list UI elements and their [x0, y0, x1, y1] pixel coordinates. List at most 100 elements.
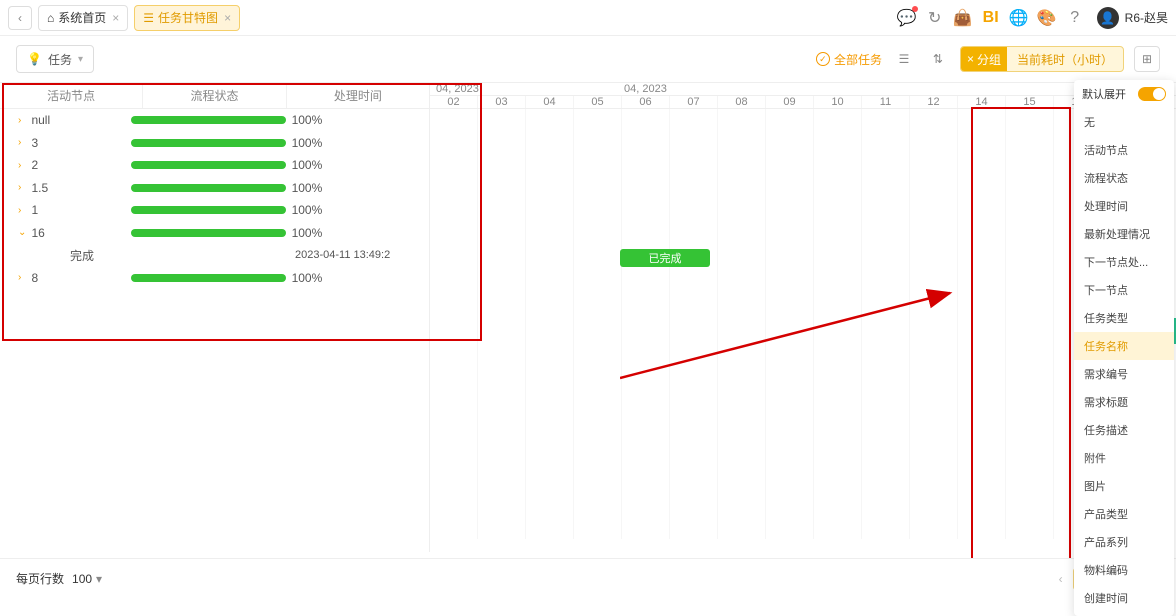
page-prev[interactable]: ‹ [1055, 572, 1067, 586]
table-row[interactable]: ⌄16100% [0, 222, 429, 245]
progress-bar [131, 206, 286, 214]
group-chip[interactable]: ×分组 当前耗时（小时） [960, 46, 1124, 72]
palette-icon[interactable]: 🎨 [1033, 4, 1061, 32]
panel-option[interactable]: 活动节点 [1074, 136, 1174, 164]
day-header: 06 [622, 96, 670, 108]
chat-icon[interactable]: 💬 [893, 4, 921, 32]
table-row[interactable]: ›1100% [0, 199, 429, 222]
day-header: 12 [910, 96, 958, 108]
panel-option[interactable]: 图片 [1074, 472, 1174, 500]
expand-arrow-icon[interactable]: › [18, 272, 27, 283]
expand-label: 默认展开 [1082, 86, 1126, 102]
expand-arrow-icon[interactable]: › [18, 115, 27, 126]
refresh-icon[interactable]: ↻ [921, 4, 949, 32]
footer: 每页行数 100 ▾ ‹ 1 › 共 7 条 [0, 558, 1176, 598]
timeline-column [766, 109, 814, 539]
table-row[interactable]: ›8100% [0, 267, 429, 290]
panel-option[interactable]: 需求编号 [1074, 360, 1174, 388]
expand-arrow-icon[interactable]: ⌄ [18, 227, 27, 238]
panel-option[interactable]: 产品类型 [1074, 500, 1174, 528]
table-row[interactable]: ›1.5 100% [0, 177, 429, 200]
per-page-label: 每页行数 [16, 570, 64, 587]
tab-task-gantt[interactable]: ☰ 任务甘特图 × [134, 5, 240, 31]
row-name: 1.5 [27, 181, 130, 195]
row-name: null [27, 113, 130, 127]
progress-bar [131, 116, 286, 124]
panel-option[interactable]: 处理时间 [1074, 192, 1174, 220]
day-header: 11 [862, 96, 910, 108]
rows-container: ›null100%›3100%›2100%›1.5100%›1100%⌄1610… [0, 109, 429, 289]
expand-arrow-icon[interactable]: › [18, 137, 27, 148]
timeline-column [910, 109, 958, 539]
globe-icon[interactable]: 🌐 [1005, 4, 1033, 32]
panel-option[interactable]: 任务描述 [1074, 416, 1174, 444]
tab-home[interactable]: ⌂ 系统首页 × [38, 5, 128, 31]
panel-option[interactable]: 任务类型 [1074, 304, 1174, 332]
chevron-down-icon[interactable]: ▾ [96, 572, 102, 586]
expand-arrow-icon[interactable]: › [18, 160, 27, 171]
col-header-time: 处理时间 [287, 83, 429, 108]
chevron-left-icon: ‹ [18, 11, 22, 25]
progress-cell: 100% [131, 226, 323, 240]
panel-option[interactable]: 附件 [1074, 444, 1174, 472]
progress-pct: 100% [292, 113, 323, 127]
bi-icon[interactable]: BI [977, 4, 1005, 32]
table-row[interactable]: 完成2023-04-11 13:49:2 [0, 244, 429, 267]
table-row[interactable]: ›3100% [0, 132, 429, 155]
progress-cell: 100% [131, 158, 323, 172]
bulb-icon: 💡 [27, 52, 42, 66]
panel-option[interactable]: 产品系列 [1074, 528, 1174, 556]
progress-pct: 100% [292, 226, 323, 240]
per-page-value[interactable]: 100 [72, 572, 92, 586]
done-chip[interactable]: 已完成 [620, 249, 710, 267]
panel-option[interactable]: 需求标题 [1074, 388, 1174, 416]
group-label: 分组 [977, 51, 1001, 68]
panel-option[interactable]: 下一节点处... [1074, 248, 1174, 276]
panel-option[interactable]: 创建时间 [1074, 584, 1174, 612]
timeline-column [430, 109, 478, 539]
expand-arrow-icon[interactable]: › [18, 205, 27, 216]
group-field-panel: 默认展开 无活动节点流程状态处理时间最新处理情况下一节点处...下一节点任务类型… [1074, 80, 1174, 616]
chevron-down-icon: ▾ [78, 54, 83, 65]
expand-toggle[interactable] [1138, 87, 1166, 101]
day-header: 08 [718, 96, 766, 108]
all-tasks-button[interactable]: ✓ 全部任务 [816, 51, 882, 68]
timeline-body: 已完成 [430, 109, 1176, 539]
task-icon: ☰ [143, 11, 154, 25]
col-header-node: 活动节点 [0, 83, 143, 108]
close-icon[interactable]: × [224, 11, 231, 25]
progress-cell: 100% [131, 113, 323, 127]
progress-bar [131, 229, 286, 237]
task-label: 任务 [48, 51, 72, 68]
timeline-column [526, 109, 574, 539]
progress-bar [131, 184, 286, 192]
day-header: 09 [766, 96, 814, 108]
row-timestamp: 2023-04-11 13:49:2 [295, 249, 423, 261]
row-name: 3 [27, 136, 130, 150]
panel-option[interactable]: 无 [1074, 108, 1174, 136]
progress-pct: 100% [292, 181, 323, 195]
panel-option[interactable]: 最新处理情况 [1074, 220, 1174, 248]
filter-button[interactable]: ☰ [892, 47, 916, 71]
row-name: 8 [27, 271, 130, 285]
task-dropdown[interactable]: 💡 任务 ▾ [16, 45, 94, 73]
progress-pct: 100% [292, 158, 323, 172]
timeline-column [862, 109, 910, 539]
user-chip[interactable]: 👤 R6-赵昊 [1097, 7, 1168, 29]
sort-button[interactable]: ⇅ [926, 47, 950, 71]
panel-option[interactable]: 物料编码 [1074, 556, 1174, 584]
help-icon[interactable]: ? [1061, 4, 1089, 32]
expand-arrow-icon[interactable]: › [18, 182, 27, 193]
tab-label: 任务甘特图 [158, 9, 218, 26]
panel-option[interactable]: 任务名称 [1074, 332, 1174, 360]
table-row[interactable]: ›2100% [0, 154, 429, 177]
close-icon[interactable]: × [112, 11, 119, 25]
top-bar: ‹ ⌂ 系统首页 × ☰ 任务甘特图 × 💬 ↻ 👜 BI 🌐 🎨 ? 👤 R6… [0, 0, 1176, 36]
table-row[interactable]: ›null 100% [0, 109, 429, 132]
panel-option[interactable]: 下一节点 [1074, 276, 1174, 304]
bag-icon[interactable]: 👜 [949, 4, 977, 32]
panel-option[interactable]: 流程状态 [1074, 164, 1174, 192]
back-button[interactable]: ‹ [8, 6, 32, 30]
close-icon[interactable]: × [967, 52, 974, 66]
layout-button[interactable]: ⊞ [1134, 46, 1160, 72]
